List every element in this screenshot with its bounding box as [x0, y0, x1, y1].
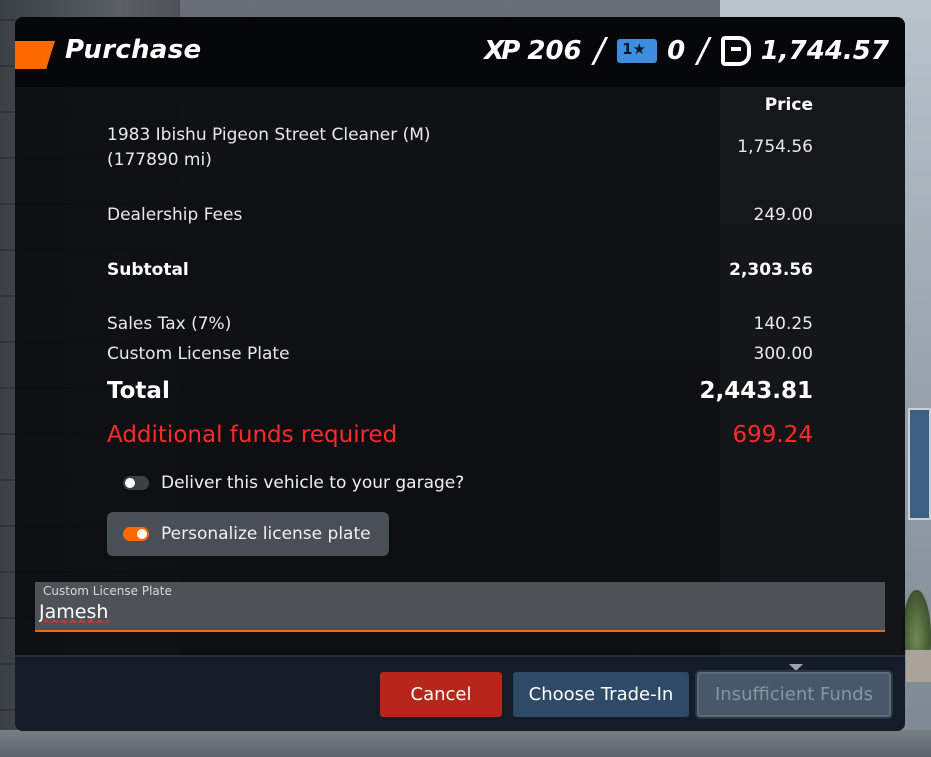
dialog-footer: Cancel Choose Trade-In Insufficient Fund…	[15, 655, 905, 731]
fees-label: Dealership Fees	[107, 205, 243, 225]
background-sign	[908, 408, 931, 520]
toggle-knob	[137, 529, 147, 539]
ticket-icon	[617, 39, 658, 63]
plate-fee-row: Custom License Plate 300.00	[107, 342, 813, 367]
tax-value: 140.25	[753, 314, 813, 334]
additional-funds-value: 699.24	[732, 422, 813, 448]
ticket-value: 0	[667, 36, 686, 66]
money-icon	[720, 36, 751, 66]
price-column-header: Price	[764, 95, 813, 115]
separator: /	[593, 31, 606, 71]
deliver-toggle-switch[interactable]	[123, 476, 149, 490]
vehicle-name: 1983 Ibishu Pigeon Street Cleaner (M)	[107, 125, 431, 145]
background-plant	[902, 590, 931, 650]
header-accent-stripe	[15, 41, 55, 69]
deliver-toggle-label: Deliver this vehicle to your garage?	[161, 473, 465, 493]
separator: /	[697, 31, 709, 71]
plate-fee-label: Custom License Plate	[107, 344, 290, 364]
personalize-toggle-switch[interactable]	[123, 527, 149, 541]
cancel-button[interactable]: Cancel	[380, 672, 502, 717]
subtotal-value: 2,303.56	[729, 260, 813, 280]
toggle-knob	[125, 478, 135, 488]
currency-bar: XP 206 / 0 / 1,744.57	[484, 31, 889, 71]
tax-row: Sales Tax (7%) 140.25	[107, 312, 813, 337]
additional-funds-row: Additional funds required 699.24	[107, 423, 813, 448]
purchase-dialog: Purchase XP 206 / 0 / 1,744.57 Price 198…	[15, 17, 905, 731]
total-row: Total 2,443.81	[107, 379, 813, 404]
insufficient-funds-button[interactable]: Insufficient Funds	[697, 672, 891, 717]
vehicle-row: 1983 Ibishu Pigeon Street Cleaner (M) (1…	[107, 123, 813, 173]
personalize-toggle-row[interactable]: Personalize license plate	[107, 512, 389, 556]
plate-fee-value: 300.00	[753, 344, 813, 364]
subtotal-label: Subtotal	[107, 260, 189, 280]
total-label: Total	[107, 378, 170, 404]
chevron-down-icon	[789, 664, 803, 671]
dialog-header: Purchase XP 206 / 0 / 1,744.57	[15, 17, 905, 87]
vehicle-price: 1,754.56	[737, 137, 813, 157]
background-floor	[0, 730, 931, 757]
choose-trade-in-button[interactable]: Choose Trade-In	[513, 672, 689, 717]
vehicle-mileage: (177890 mi)	[107, 150, 212, 170]
tax-label: Sales Tax (7%)	[107, 314, 232, 334]
xp-icon: XP	[484, 36, 520, 66]
personalize-toggle-label: Personalize license plate	[161, 524, 371, 544]
subtotal-row: Subtotal 2,303.56	[107, 258, 813, 283]
license-plate-label: Custom License Plate	[43, 584, 172, 598]
license-plate-input[interactable]	[39, 598, 639, 626]
deliver-toggle-row[interactable]: Deliver this vehicle to your garage?	[107, 461, 482, 505]
additional-funds-label: Additional funds required	[107, 422, 398, 448]
fees-value: 249.00	[753, 205, 813, 225]
license-plate-field[interactable]: Custom License Plate	[35, 582, 885, 632]
total-value: 2,443.81	[699, 378, 814, 404]
xp-value: 206	[527, 36, 582, 66]
vehicle-label: 1983 Ibishu Pigeon Street Cleaner (M) (1…	[107, 123, 431, 173]
fees-row: Dealership Fees 249.00	[107, 203, 813, 228]
money-value: 1,744.57	[760, 36, 889, 66]
dialog-title: Purchase	[65, 35, 202, 65]
